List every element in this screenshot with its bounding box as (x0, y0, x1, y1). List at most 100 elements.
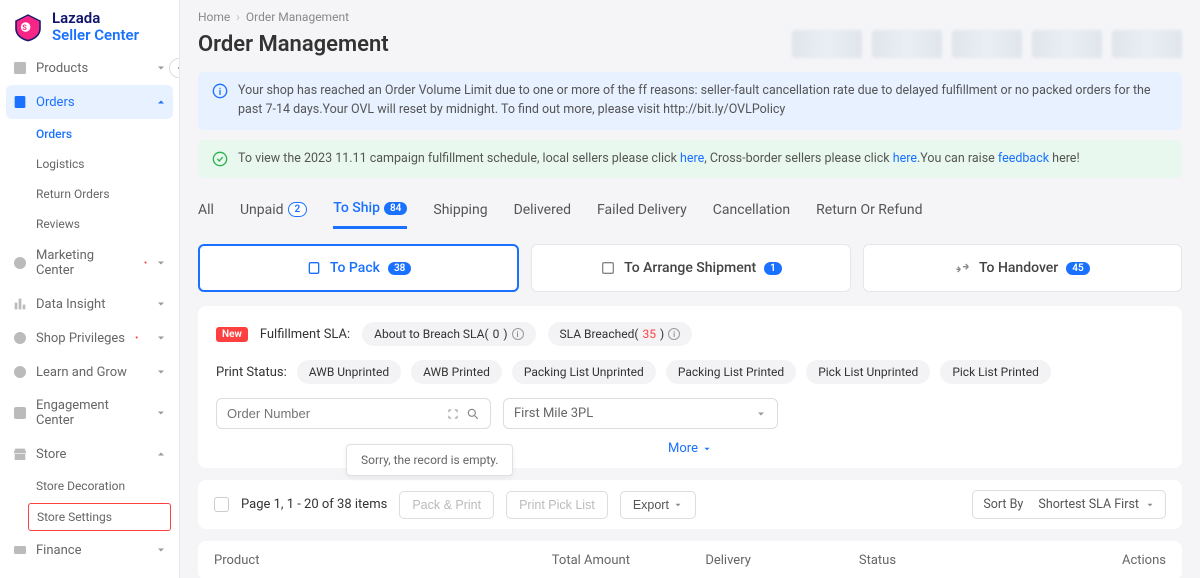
tab-unpaid[interactable]: Unpaid2 (240, 194, 307, 229)
nav-orders[interactable]: Orders (6, 85, 173, 119)
pill-picklist-unprinted[interactable]: Pick List Unprinted (806, 360, 930, 384)
chevron-down-icon (673, 500, 683, 510)
alert-ovl: Your shop has reached an Order Volume Li… (198, 72, 1182, 130)
print-pick-button[interactable]: Print Pick List (506, 491, 608, 519)
tab-cancellation[interactable]: Cancellation (713, 194, 790, 229)
sub-store-decoration[interactable]: Store Decoration (0, 471, 179, 501)
chevron-down-icon (155, 332, 167, 344)
sub-store-settings[interactable]: Store Settings (28, 503, 171, 531)
check-circle-icon (212, 151, 228, 167)
chevron-up-icon (155, 448, 167, 460)
chevron-up-icon (155, 96, 167, 108)
breadcrumb: Home › Order Management (198, 10, 1182, 24)
print-label: Print Status: (216, 365, 287, 380)
lazada-logo-icon: S (12, 11, 44, 43)
link-feedback[interactable]: feedback (998, 151, 1049, 166)
nav-label: Orders (36, 95, 75, 110)
sub-reviews[interactable]: Reviews (0, 209, 179, 239)
pack-icon (306, 260, 322, 276)
alert-text: Your shop has reached an Order Volume Li… (238, 82, 1168, 120)
nav-data-insight[interactable]: Data Insight (0, 287, 179, 321)
subtab-to-pack[interactable]: To Pack38 (198, 244, 519, 292)
chevron-down-icon (155, 257, 167, 269)
tab-shipping[interactable]: Shipping (433, 194, 487, 229)
logo-line1: Lazada (52, 10, 139, 27)
sub-orders[interactable]: Orders (0, 119, 179, 149)
handover-icon (955, 260, 971, 276)
engagement-icon (12, 405, 28, 421)
ship-subtabs: To Pack38 To Arrange Shipment1 To Handov… (198, 244, 1182, 292)
search-icon[interactable] (466, 407, 480, 421)
order-search[interactable] (216, 398, 491, 429)
nav-label: Store (36, 447, 66, 462)
chevron-down-icon (155, 544, 167, 556)
svg-text:S: S (22, 23, 27, 32)
col-total: Total Amount (552, 553, 706, 568)
chevron-down-icon (755, 408, 767, 420)
order-search-input[interactable] (227, 406, 440, 421)
pill-about-breach[interactable]: About to Breach SLA(0) i (362, 322, 535, 346)
info-icon: i (668, 328, 680, 340)
link-here-1[interactable]: here (680, 151, 704, 166)
tab-return[interactable]: Return Or Refund (816, 194, 922, 229)
orders-icon (12, 94, 28, 110)
pill-packlist-printed[interactable]: Packing List Printed (666, 360, 796, 384)
logo: S Lazada Seller Center (0, 0, 179, 51)
breadcrumb-sep: › (236, 10, 240, 24)
subtab-to-handover[interactable]: To Handover45 (863, 244, 1182, 292)
sub-logistics[interactable]: Logistics (0, 149, 179, 179)
col-product: Product (214, 553, 552, 568)
products-icon (12, 60, 28, 76)
chevron-down-icon (155, 298, 167, 310)
pill-awb-printed[interactable]: AWB Printed (411, 360, 502, 384)
page-info: Page 1, 1 - 20 of 38 items (241, 497, 387, 512)
info-icon (212, 83, 228, 99)
link-here-2[interactable]: here (893, 151, 917, 166)
nav-products[interactable]: Products (0, 51, 179, 85)
nav-shop-privileges[interactable]: Shop Privileges• (0, 321, 179, 355)
tab-all[interactable]: All (198, 194, 214, 229)
col-delivery: Delivery (705, 553, 859, 568)
nav-marketing[interactable]: Marketing Center• (0, 239, 179, 287)
logo-line2: Seller Center (52, 27, 139, 44)
order-status-tabs: All Unpaid2 To Ship84 Shipping Delivered… (198, 194, 1182, 230)
breadcrumb-home[interactable]: Home (198, 10, 230, 24)
pill-picklist-printed[interactable]: Pick List Printed (940, 360, 1051, 384)
nav-learn[interactable]: Learn and Grow (0, 355, 179, 389)
export-button[interactable]: Export (620, 491, 696, 519)
arrange-icon (600, 260, 616, 276)
nav-label: Products (36, 61, 88, 76)
scan-icon[interactable] (446, 407, 460, 421)
header-actions-redacted (792, 30, 1182, 58)
chevron-down-icon (702, 444, 712, 454)
nav-label: Learn and Grow (36, 365, 127, 380)
chevron-down-icon (1145, 500, 1155, 510)
pill-awb-unprinted[interactable]: AWB Unprinted (297, 360, 401, 384)
nav-engagement[interactable]: Engagement Center (0, 389, 179, 437)
tab-delivered[interactable]: Delivered (514, 194, 571, 229)
chevron-down-icon (155, 407, 167, 419)
first-mile-dropdown[interactable]: First Mile 3PL (503, 398, 778, 429)
privileges-icon (12, 330, 28, 346)
page-title: Order Management (198, 32, 389, 57)
table-header: Product Total Amount Delivery Status Act… (198, 541, 1182, 578)
subtab-to-arrange[interactable]: To Arrange Shipment1 (531, 244, 850, 292)
nav-label: Finance (36, 543, 81, 558)
list-toolbar: Page 1, 1 - 20 of 38 items Pack & Print … (198, 480, 1182, 529)
chevron-down-icon (155, 62, 167, 74)
pill-sla-breached[interactable]: SLA Breached(35) i (548, 322, 693, 346)
pill-packlist-unprinted[interactable]: Packing List Unprinted (512, 360, 656, 384)
main-content: Home › Order Management Order Management… (180, 0, 1200, 578)
sub-return-orders[interactable]: Return Orders (0, 179, 179, 209)
nav-label: Engagement Center (36, 398, 147, 428)
marketing-icon (12, 255, 28, 271)
tab-to-ship[interactable]: To Ship84 (333, 194, 407, 229)
tab-failed[interactable]: Failed Delivery (597, 194, 687, 229)
nav-finance[interactable]: Finance (0, 533, 179, 567)
nav-store[interactable]: Store (0, 437, 179, 471)
nav-label: Data Insight (36, 297, 105, 312)
sort-dropdown[interactable]: Sort By Shortest SLA First (972, 490, 1166, 519)
select-all-checkbox[interactable] (214, 497, 229, 512)
pack-print-button[interactable]: Pack & Print (399, 491, 494, 519)
new-badge: New (216, 327, 248, 342)
